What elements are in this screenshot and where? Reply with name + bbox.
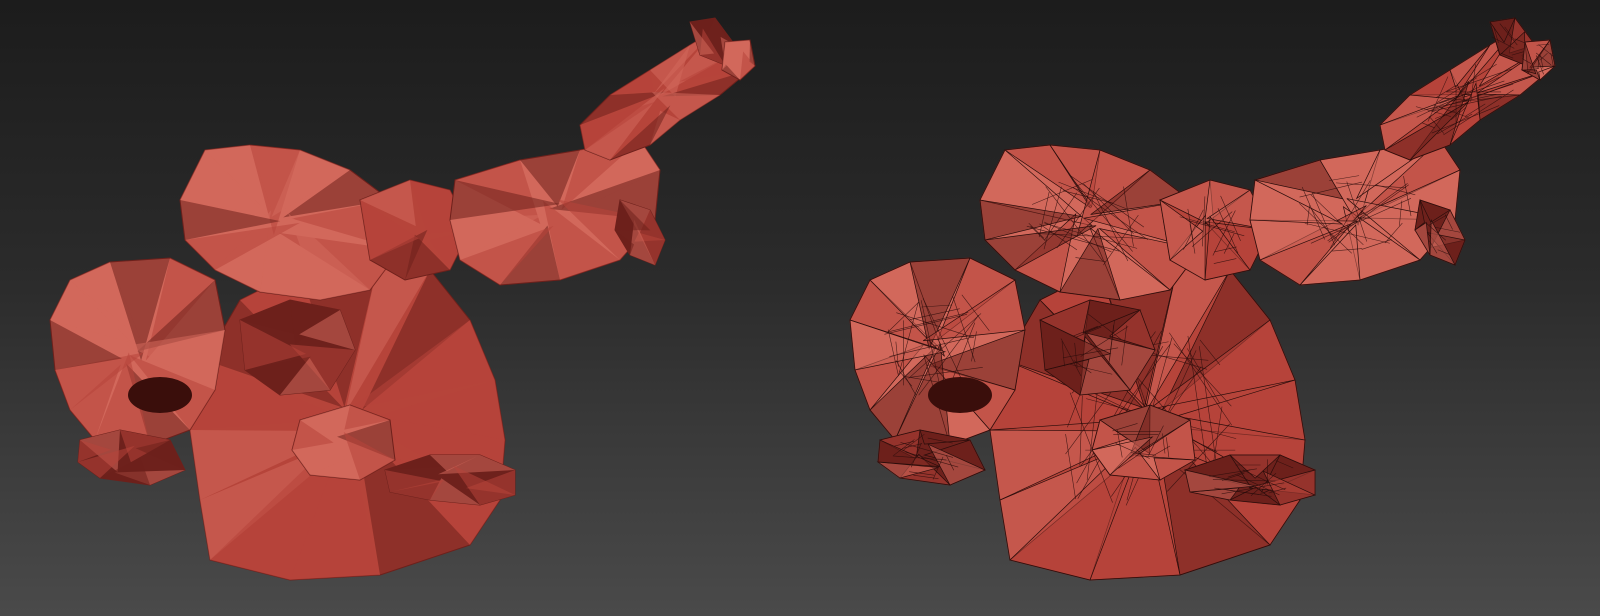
rock-golem-model-wireframe: [849, 17, 1556, 581]
fist-cavity: [128, 377, 192, 413]
shaded-model-view[interactable]: [0, 0, 800, 616]
rock-golem-model-shaded: [49, 17, 756, 581]
3d-viewport[interactable]: [0, 0, 1600, 616]
fist-cavity: [928, 377, 992, 413]
wireframe-model-view[interactable]: [800, 0, 1600, 616]
mesh-facet: [1477, 93, 1522, 121]
